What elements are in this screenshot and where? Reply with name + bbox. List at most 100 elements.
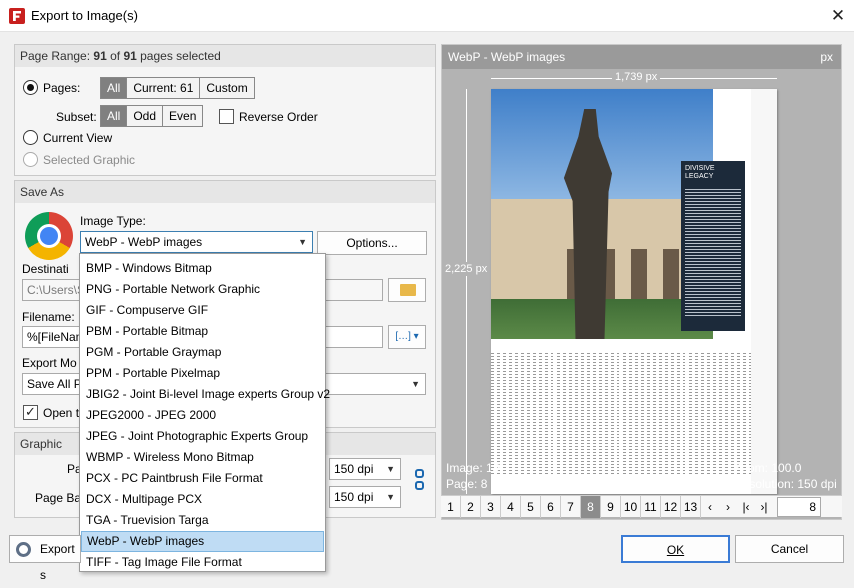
image-type-select[interactable]: WebP - WebP images ▼	[80, 231, 313, 253]
dropdown-item[interactable]: JPEG2000 - JPEG 2000	[81, 405, 324, 426]
filename-field[interactable]: %[FileNam	[22, 326, 82, 348]
subset-all-button[interactable]: All	[101, 106, 128, 126]
page-number-button[interactable]: 1	[441, 496, 461, 518]
dropdown-item[interactable]: JBIG2 - Joint Bi-level Image experts Gro…	[81, 384, 330, 405]
filename-label: Filename:	[22, 310, 75, 324]
dropdown-item[interactable]: PNG - Portable Network Graphic	[81, 279, 324, 300]
previous-page-icon[interactable]: ‹	[701, 496, 719, 518]
reverse-order-checkbox[interactable]	[219, 109, 234, 124]
page-preview: DIVISIVE LEGACY	[491, 89, 777, 494]
dropdown-item[interactable]: TGA - Truevision Targa	[81, 510, 324, 531]
dropdown-item[interactable]: PCX - PC Paintbrush File Format	[81, 468, 324, 489]
zoom-level: Zoom: 100.0	[734, 461, 802, 475]
sidebar-box: DIVISIVE LEGACY	[681, 161, 745, 331]
height-dimension-label: 2,225 px	[445, 262, 488, 276]
width-dimension-label: 1,739 px	[612, 71, 661, 83]
custom-pages-button[interactable]: Custom	[200, 78, 254, 98]
page-range-header: Page Range: 91 of 91 pages selected	[15, 45, 435, 67]
page-background-label: Page Ba	[35, 491, 82, 505]
subset-label: Subset:	[56, 110, 97, 124]
height-dimension-line	[466, 89, 467, 494]
current-view-radio[interactable]	[23, 130, 38, 145]
page-number-input[interactable]: 8	[777, 497, 821, 517]
all-pages-button[interactable]: All	[101, 78, 128, 98]
background-dpi-select[interactable]: 150 dpi ▼	[329, 486, 401, 508]
export-mode-select[interactable]: Save All P	[22, 373, 82, 395]
dropdown-item[interactable]: GIF - Compuserve GIF	[81, 300, 324, 321]
dropdown-item[interactable]: BMP - Windows Bitmap	[81, 258, 324, 279]
page-selection-group: All Current: 61 Custom	[100, 77, 255, 99]
dropdown-item[interactable]: JPEG - Joint Photographic Experts Group	[81, 426, 324, 447]
chevron-down-icon: ▼	[386, 464, 395, 474]
page-number-button[interactable]: 13	[681, 496, 701, 518]
preview-pane: WebP - WebP images px 1,739 px 2,225 px …	[441, 44, 842, 520]
chevron-down-icon: ▼	[298, 237, 307, 247]
insert-macro-button[interactable]: […] ▾	[388, 325, 426, 349]
pages-label: Pages:	[43, 81, 81, 95]
selected-graphic-radio[interactable]	[23, 152, 38, 167]
ok-button[interactable]: OK	[621, 535, 730, 563]
page-dpi-select[interactable]: 150 dpi ▼	[329, 458, 401, 480]
current-page-button[interactable]: Current: 61	[127, 78, 201, 98]
page-number-button[interactable]: 3	[481, 496, 501, 518]
page-number-button[interactable]: 4	[501, 496, 521, 518]
chevron-down-icon: ▼	[386, 492, 395, 502]
page-number-button[interactable]: 6	[541, 496, 561, 518]
dropdown-item[interactable]: PPM - Portable Pixelmap	[81, 363, 324, 384]
destination-field-tail[interactable]	[325, 279, 383, 301]
resolution-info: Resolution: 150 dpi	[734, 477, 837, 491]
subset-even-button[interactable]: Even	[163, 106, 203, 126]
page-number-button[interactable]: 11	[641, 496, 661, 518]
subset-group: All Odd Even	[100, 105, 204, 127]
export-settings-button[interactable]: Export s	[9, 535, 81, 582]
reverse-order-label: Reverse Order	[239, 110, 318, 124]
link-icon[interactable]	[415, 469, 425, 491]
destination-field[interactable]: C:\Users\S	[22, 279, 82, 301]
right-margin	[751, 89, 777, 494]
next-page-icon[interactable]: ›	[719, 496, 737, 518]
selected-graphic-label: Selected Graphic	[43, 153, 136, 167]
dropdown-item[interactable]: WBMP - Wireless Mono Bitmap	[81, 447, 324, 468]
close-icon[interactable]: ✕	[826, 4, 850, 28]
page-number-button[interactable]: 5	[521, 496, 541, 518]
folder-icon	[400, 284, 416, 296]
title-bar: Export to Image(s) ✕	[0, 0, 854, 32]
dropdown-item[interactable]: PBM - Portable Bitmap	[81, 321, 324, 342]
page-number-button[interactable]: 7	[561, 496, 581, 518]
first-page-icon[interactable]: |‹	[737, 496, 755, 518]
sidebar-title: DIVISIVE LEGACY	[685, 165, 715, 180]
options-button[interactable]: Options...	[317, 231, 427, 255]
chevron-down-icon: ▼	[411, 379, 420, 389]
dropdown-item[interactable]: TIFF - Tag Image File Format	[81, 552, 324, 573]
window-title: Export to Image(s)	[31, 8, 138, 23]
open-after-checkbox[interactable]	[23, 404, 38, 420]
subset-odd-button[interactable]: Odd	[127, 106, 164, 126]
article-columns	[491, 351, 751, 476]
sidebar-text	[685, 187, 741, 317]
current-view-label: Current View	[43, 131, 113, 145]
page-number-button[interactable]: 2	[461, 496, 481, 518]
image-format-icon	[25, 212, 73, 260]
export-mode-label: Export Mo	[22, 356, 77, 370]
macro-icon: […]	[395, 331, 411, 342]
dropdown-item-selected[interactable]: WebP - WebP images	[81, 531, 324, 552]
dropdown-item[interactable]: PGM - Portable Graymap	[81, 342, 324, 363]
browse-folder-button[interactable]	[388, 278, 426, 302]
export-mode-select-tail[interactable]: ▼	[325, 373, 426, 395]
page-number-button[interactable]: 10	[621, 496, 641, 518]
page-number-button-selected[interactable]: 8	[581, 496, 601, 518]
image-type-label: Image Type:	[80, 214, 146, 228]
gear-icon	[16, 542, 31, 557]
destination-label: Destinati	[22, 262, 69, 276]
dropdown-item[interactable]: DCX - Multipage PCX	[81, 489, 324, 510]
save-as-header: Save As	[15, 181, 435, 203]
page-number-button[interactable]: 9	[601, 496, 621, 518]
image-index: Image: 1/8	[446, 461, 503, 475]
page-number-button[interactable]: 12	[661, 496, 681, 518]
filename-field-tail[interactable]	[325, 326, 383, 348]
page-index: Page: 8	[446, 477, 488, 491]
last-page-icon[interactable]: ›|	[755, 496, 773, 518]
cancel-button[interactable]: Cancel	[735, 535, 844, 563]
pages-radio[interactable]	[23, 80, 38, 95]
image-type-dropdown: BMP - Windows Bitmap PNG - Portable Netw…	[79, 253, 330, 573]
